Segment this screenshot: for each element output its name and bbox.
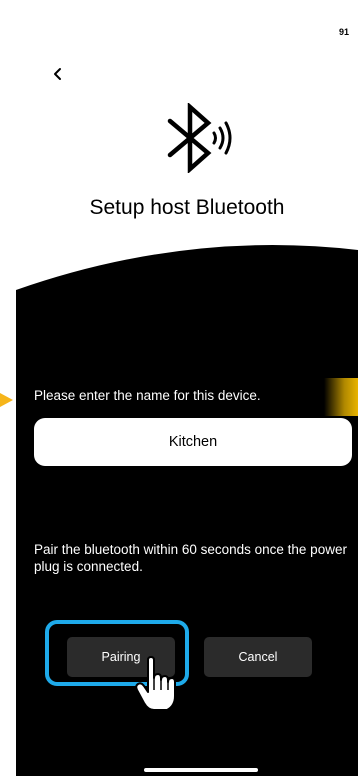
hand-pointer-icon (135, 656, 176, 711)
phone-screen: 4G 91 Setup host Bluetooth Please enter … (16, 0, 358, 776)
status-bar: 4G 91 (301, 26, 352, 38)
bluetooth-icon (167, 103, 232, 173)
device-name-field[interactable]: Kitchen (34, 418, 352, 466)
page-title: Setup host Bluetooth (89, 196, 285, 219)
pointer-arrow (0, 393, 13, 407)
network-type: 4G (317, 26, 331, 38)
pairing-instructions: Pair the bluetooth within 60 seconds onc… (34, 542, 347, 574)
signal-icon (301, 27, 313, 37)
back-button[interactable] (42, 58, 74, 90)
battery-level: 91 (335, 26, 352, 38)
cancel-button[interactable]: Cancel (204, 637, 312, 677)
device-name-prompt: Please enter the name for this device. (34, 388, 261, 403)
highlight-glow (324, 378, 358, 416)
chevron-left-icon (54, 68, 61, 80)
home-indicator (144, 768, 258, 772)
